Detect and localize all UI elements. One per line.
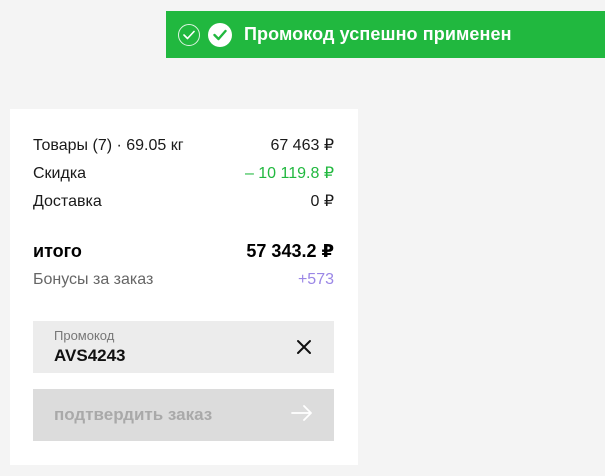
- promo-code-label: Промокод: [54, 328, 115, 343]
- promo-code-field[interactable]: Промокод AVS4243: [33, 321, 334, 373]
- bonus-label: Бонусы за заказ: [33, 271, 154, 288]
- confirm-order-label: подтвердить заказ: [54, 405, 213, 424]
- success-toast: Промокод успешно применен: [166, 11, 605, 58]
- discount-label: Скидка: [33, 165, 87, 182]
- close-icon[interactable]: [294, 337, 314, 357]
- delivery-row: Доставка 0 ₽: [33, 191, 334, 211]
- total-value: 57 343.2 ₽: [246, 241, 334, 261]
- goods-label: Товары (7) · 69.05 кг: [33, 137, 184, 154]
- total-row: итого 57 343.2 ₽: [33, 241, 334, 262]
- order-summary-card: Товары (7) · 69.05 кг 67 463 ₽ Скидка – …: [10, 109, 358, 465]
- promo-code-value[interactable]: AVS4243: [54, 346, 334, 366]
- discount-row: Скидка – 10 119.8 ₽: [33, 163, 334, 183]
- discount-value: – 10 119.8 ₽: [244, 165, 334, 182]
- delivery-label: Доставка: [33, 193, 102, 210]
- delivery-value: 0 ₽: [310, 193, 334, 210]
- goods-value: 67 463 ₽: [270, 137, 334, 154]
- bonus-row: Бонусы за заказ +573: [33, 271, 334, 289]
- total-label: итого: [33, 241, 82, 261]
- arrow-right-icon: [291, 404, 313, 426]
- toast-message: Промокод успешно применен: [244, 24, 512, 44]
- confirm-order-button[interactable]: подтвердить заказ: [33, 389, 334, 441]
- check-circle-outline-icon: [178, 23, 200, 46]
- check-circle-icon: [208, 22, 232, 47]
- goods-row: Товары (7) · 69.05 кг 67 463 ₽: [33, 135, 334, 155]
- bonus-value: +573: [297, 271, 334, 288]
